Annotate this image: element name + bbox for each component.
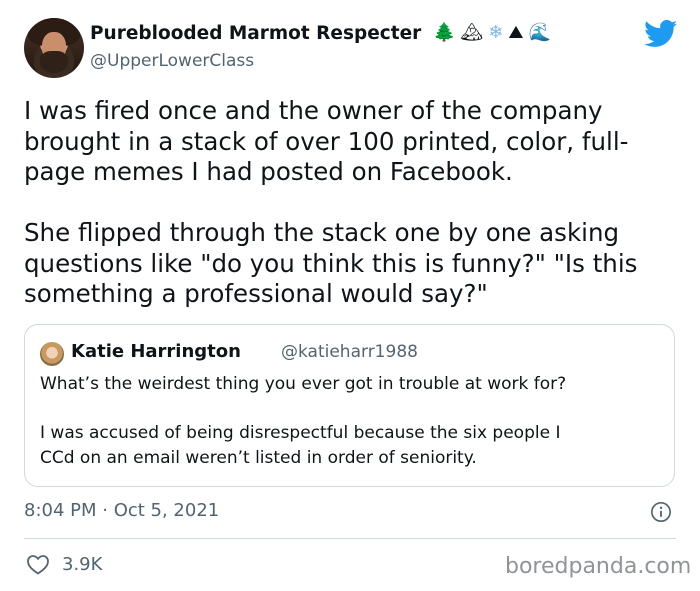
author-display-name[interactable]: Pureblooded Marmot Respecter [90,23,421,44]
name-emojis: 🌲 🏔 ❄ ⛰ 🌊 [433,22,551,44]
twitter-bird-icon[interactable] [644,20,678,48]
tree-emoji-icon: 🌲 [433,22,456,43]
mountain-emoji-icon: ⛰ [508,22,524,43]
like-count[interactable]: 3.9K [62,554,102,575]
boredpanda-watermark: boredpanda.com [505,554,692,579]
tweet-text: I was fired once and the owner of the co… [24,96,638,308]
avatar-beard [40,51,68,73]
quoted-tweet-card[interactable]: Katie Harrington @katieharr1988 What’s t… [24,324,675,487]
quoted-author-handle[interactable]: @katieharr1988 [281,342,418,362]
divider [24,538,676,539]
quoted-tweet-text: What’s the weirdest thing you ever got i… [40,374,567,468]
tweet-timestamp[interactable]: 8:04 PM · Oct 5, 2021 [24,500,219,521]
author-avatar[interactable] [24,18,84,78]
heart-icon[interactable] [26,553,50,575]
wave-emoji-icon: 🌊 [528,22,551,43]
author-handle[interactable]: @UpperLowerClass [90,51,254,71]
quoted-author-avatar[interactable] [40,342,64,366]
snowflake-emoji-icon: ❄ [488,22,504,43]
snowy-mountain-emoji-icon: 🏔 [460,22,484,43]
quoted-author-name[interactable]: Katie Harrington [71,341,241,362]
info-icon[interactable] [650,501,672,523]
